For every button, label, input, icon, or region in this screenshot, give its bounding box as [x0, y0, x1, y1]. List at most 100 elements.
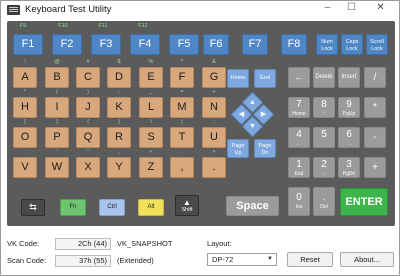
legend-backslash: \ — [150, 119, 152, 125]
key-t[interactable]: T — [170, 127, 194, 148]
key-page-up[interactable]: Page Up — [227, 139, 249, 158]
key-i[interactable]: I — [45, 97, 69, 118]
key-num-3[interactable]: 3 PgDn — [338, 157, 360, 178]
vk-name: VK_SNAPSHOT — [117, 239, 173, 248]
legend-at: @ — [54, 59, 60, 65]
key-home[interactable]: Home — [227, 69, 249, 88]
key-num-decimal[interactable]: . Del — [313, 187, 335, 216]
key-num-7[interactable]: 7 Home — [288, 97, 310, 118]
f11-legend: F11 — [98, 23, 108, 29]
legend-lbracket: [ — [24, 119, 26, 125]
key-num-6[interactable]: 6 → — [338, 127, 360, 148]
key-q[interactable]: Q — [76, 127, 100, 148]
layout-select[interactable]: DP-72 ▼ — [207, 253, 277, 266]
num-decimal-sub: Del — [320, 204, 328, 210]
key-d[interactable]: D — [107, 67, 131, 88]
key-slash[interactable]: / — [364, 67, 386, 88]
reset-button[interactable]: Reset — [287, 252, 333, 267]
key-y[interactable]: Y — [107, 157, 131, 178]
num-decimal-main: . — [322, 192, 326, 203]
caps-lock-line2: Lock — [346, 46, 358, 52]
layout-label: Layout: — [207, 239, 232, 248]
key-num-0[interactable]: 0 Ins — [288, 187, 310, 216]
key-n[interactable]: N — [202, 97, 226, 118]
key-j[interactable]: J — [76, 97, 100, 118]
legend-underscore: _ — [149, 89, 153, 95]
key-g[interactable]: G — [202, 67, 226, 88]
legend-less-than: < — [149, 149, 153, 155]
key-s[interactable]: S — [139, 127, 163, 148]
key-fn[interactable]: Fn — [60, 199, 86, 216]
key-tab[interactable]: ⇆ — [21, 199, 45, 216]
key-f1[interactable]: F1 — [13, 34, 43, 55]
key-f6[interactable]: F6 — [203, 34, 229, 55]
key-backspace[interactable]: ← — [288, 67, 310, 88]
key-num-4[interactable]: 4 ← — [288, 127, 310, 148]
key-u[interactable]: U — [202, 127, 226, 148]
key-f[interactable]: F — [170, 67, 194, 88]
key-x[interactable]: X — [76, 157, 100, 178]
key-asterisk[interactable]: * — [364, 97, 386, 118]
legend-rbrace: } — [118, 119, 120, 125]
key-delete[interactable]: Delete — [313, 67, 335, 88]
key-shift[interactable]: ▲ Shift — [175, 195, 199, 216]
key-num-lock[interactable]: Num Lock — [316, 34, 338, 55]
key-period[interactable]: . — [202, 157, 226, 178]
key-num-2[interactable]: 2 ↓ — [313, 157, 335, 178]
key-insert[interactable]: Insert — [338, 67, 360, 88]
keyboard-app-icon — [7, 5, 20, 15]
key-space[interactable]: Space — [226, 196, 279, 216]
key-h[interactable]: H — [13, 97, 37, 118]
key-enter[interactable]: ENTER — [340, 188, 388, 216]
legend-greater-than: > — [212, 149, 216, 155]
key-page-down[interactable]: Page Dn — [254, 139, 276, 158]
key-num-9[interactable]: 9 PgUp — [338, 97, 360, 118]
key-l[interactable]: L — [139, 97, 163, 118]
legend-hash: # — [86, 59, 90, 65]
key-caps-lock[interactable]: Caps Lock — [341, 34, 363, 55]
key-w[interactable]: W — [45, 157, 69, 178]
key-b[interactable]: B — [45, 67, 69, 88]
key-f7[interactable]: F7 — [242, 34, 268, 55]
num-8-main: 8 — [321, 99, 327, 110]
num-lock-line1: Num — [321, 39, 333, 45]
key-scroll-lock[interactable]: Scroll Lock — [366, 34, 388, 55]
key-ctrl[interactable]: Ctrl — [99, 199, 125, 216]
maximize-button[interactable]: ☐ — [341, 1, 362, 16]
key-m[interactable]: M — [170, 97, 194, 118]
app-window: Keyboard Test Utility – ☐ ✕ F9 F10 F11 F… — [0, 0, 400, 276]
key-k[interactable]: K — [107, 97, 131, 118]
about-button[interactable]: About... — [340, 252, 394, 267]
minimize-button[interactable]: – — [317, 1, 338, 16]
key-c[interactable]: C — [76, 67, 100, 88]
key-z[interactable]: Z — [139, 157, 163, 178]
key-alt[interactable]: Alt — [138, 199, 164, 216]
key-v[interactable]: V — [13, 157, 37, 178]
num-lock-line2: Lock — [321, 46, 333, 52]
key-f2[interactable]: F2 — [52, 34, 82, 55]
num-0-main: 0 — [296, 192, 302, 203]
close-button[interactable]: ✕ — [365, 1, 396, 16]
key-a[interactable]: A — [13, 67, 37, 88]
key-comma[interactable]: , — [170, 157, 194, 178]
legend-dollar: $ — [117, 59, 121, 65]
key-e[interactable]: E — [139, 67, 163, 88]
key-num-8[interactable]: 8 ↑ — [313, 97, 335, 118]
key-f4[interactable]: F4 — [130, 34, 160, 55]
key-minus[interactable]: - — [364, 127, 386, 148]
key-f5[interactable]: F5 — [169, 34, 199, 55]
layout-selected-value: DP-72 — [212, 255, 234, 264]
key-r[interactable]: R — [107, 127, 131, 148]
key-num-5[interactable]: 5 — [313, 127, 335, 148]
key-plus[interactable]: + — [364, 157, 386, 178]
key-p[interactable]: P — [45, 127, 69, 148]
key-f8[interactable]: F8 — [281, 34, 307, 55]
legend-caret: ^ — [180, 59, 184, 65]
num-9-main: 9 — [346, 99, 352, 110]
key-num-1[interactable]: 1 End — [288, 157, 310, 178]
key-o[interactable]: O — [13, 127, 37, 148]
legend-lbrace: { — [87, 119, 89, 125]
caps-lock-line1: Caps — [345, 39, 359, 45]
key-end[interactable]: End — [254, 69, 276, 88]
key-f3[interactable]: F3 — [91, 34, 121, 55]
